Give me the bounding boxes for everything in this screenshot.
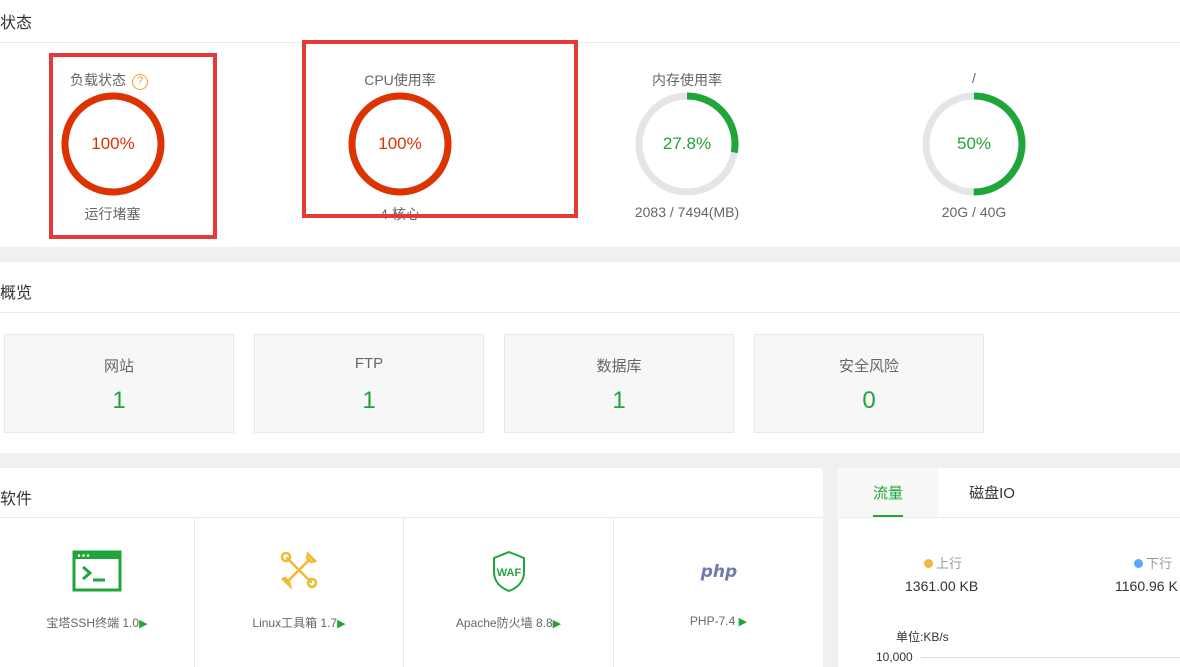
cpu-gauge-label: CPU使用率 [364,72,436,88]
software-item-ssh-terminal[interactable]: 宝塔SSH终端 1.0▶ [0,518,195,667]
load-gauge-sub: 运行堵塞 [84,206,141,222]
overview-card-database[interactable]: 数据库 1 [504,334,734,433]
download-legend: 下行 [1134,553,1172,572]
software-item-label[interactable]: Linux工具箱 1.7▶ [195,614,403,631]
overview-card-label: FTP [354,355,384,372]
software-item-label[interactable]: Apache防火墙 8.8▶ [404,614,613,631]
overview-card-label: 安全风险 [838,358,899,375]
overview-card-value[interactable]: 0 [755,387,983,415]
overview-card-value[interactable]: 1 [505,387,733,415]
tab-disk-io[interactable]: 磁盘IO [942,468,1042,517]
disk-gauge[interactable]: / 50% 20G / 40G [854,42,1094,247]
memory-gauge-sub: 2083 / 7494(MB) [634,204,740,220]
play-arrow-icon: ▶ [337,618,346,630]
traffic-panel: 流量 磁盘IO 上行 1361.00 KB 下行 1160.96 K 单位:KB… [838,468,1180,667]
chart-unit-label: 单位:KB/s [896,630,949,644]
play-arrow-icon: ▶ [552,618,562,630]
terminal-icon [72,550,122,592]
traffic-divider [838,517,1180,518]
overview-card-value[interactable]: 1 [255,387,483,415]
overview-card-label: 网站 [103,358,134,375]
overview-title: 概览 [0,285,33,302]
software-item-name: PHP-7.4 [689,614,736,628]
play-arrow-icon: ▶ [738,616,748,628]
overview-card-ftp[interactable]: FTP 1 [254,334,484,433]
upload-label: 上行 [936,556,963,571]
status-panel: 状态 负载状态? 100% 运行堵塞 CPU使用率 100% 4 核心 内存使用… [0,0,1180,247]
load-gauge-value: 100% [91,134,135,153]
chart-gridline [921,657,1180,658]
help-icon[interactable]: ? [132,74,148,90]
software-panel: 软件 宝塔SSH终端 1.0▶ Linux工具箱 1.7▶ WAF Apache… [0,468,823,667]
disk-gauge-label: / [972,70,976,86]
software-item-php[interactable]: php PHP-7.4 ▶ [614,518,823,667]
software-title: 软件 [0,491,33,508]
svg-text:WAF: WAF [496,567,521,579]
overview-panel: 概览 网站 1 FTP 1 数据库 1 安全风险 0 [0,262,1180,453]
overview-card-sites[interactable]: 网站 1 [4,334,234,433]
overview-divider [0,312,1180,313]
software-item-label[interactable]: PHP-7.4 ▶ [614,614,823,628]
overview-card-value[interactable]: 1 [5,387,233,415]
load-gauge[interactable]: 负载状态? 100% 运行堵塞 [0,42,233,247]
download-label: 下行 [1146,556,1173,571]
upload-value: 1361.00 KB [905,578,979,594]
software-item-linux-toolbox[interactable]: Linux工具箱 1.7▶ [195,518,404,667]
tab-traffic[interactable]: 流量 [838,468,938,517]
tools-icon [280,551,318,590]
load-gauge-label: 负载状态? [70,70,233,90]
overview-card-security-risk[interactable]: 安全风险 0 [754,334,984,433]
status-title: 状态 [0,15,33,32]
chart-y-tick: 10,000 [876,650,913,664]
upload-legend: 上行 [924,553,962,572]
memory-gauge-label: 内存使用率 [652,72,722,88]
software-item-name: Linux工具箱 1.7 [252,616,338,630]
svg-text:php: php [699,562,736,582]
download-value: 1160.96 K [1115,578,1178,594]
php-logo-icon: php [699,562,736,582]
load-gauge-label-text: 负载状态 [70,72,126,88]
overview-card-label: 数据库 [596,358,642,375]
download-dot-icon [1134,559,1143,568]
waf-shield-icon: WAF [492,550,525,592]
cpu-gauge[interactable]: CPU使用率 100% 4 核心 [280,42,520,247]
software-item-apache-firewall[interactable]: WAF Apache防火墙 8.8▶ [404,518,614,667]
disk-gauge-sub: 20G / 40G [941,204,1007,220]
software-item-name: Apache防火墙 8.8 [455,616,553,630]
memory-gauge[interactable]: 内存使用率 27.8% 2083 / 7494(MB) [567,42,807,247]
cpu-gauge-value: 100% [378,134,422,153]
upload-dot-icon [924,559,933,568]
cpu-gauge-sub: 4 核心 [380,206,420,222]
play-arrow-icon: ▶ [139,618,148,630]
memory-gauge-value: 27.8% [662,134,712,153]
software-item-label[interactable]: 宝塔SSH终端 1.0▶ [0,614,194,631]
disk-gauge-value: 50% [956,134,992,153]
software-item-name: 宝塔SSH终端 1.0 [46,616,140,630]
